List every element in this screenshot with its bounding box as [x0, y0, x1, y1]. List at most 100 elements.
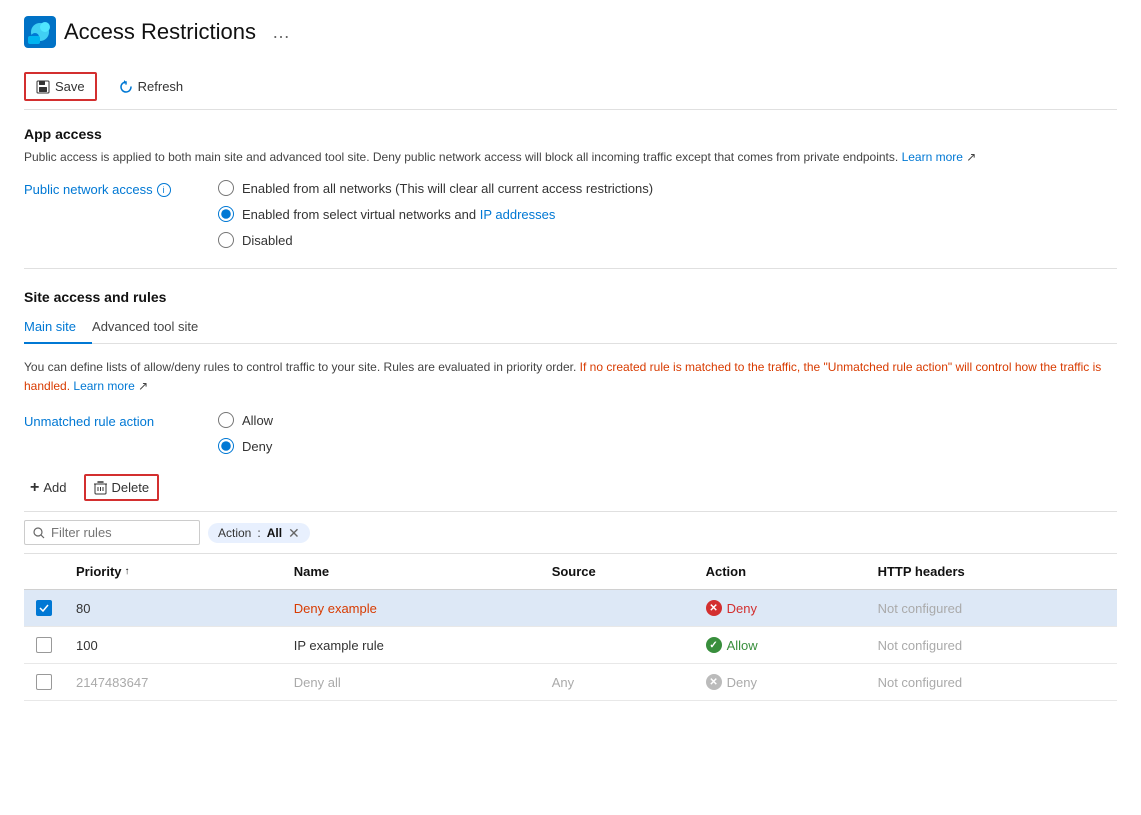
site-access-info: You can define lists of allow/deny rules…	[24, 358, 1117, 396]
row1-action-badge: ✕ Deny	[706, 600, 854, 616]
table-row[interactable]: 80 Deny example ✕ Deny Not configured	[24, 590, 1117, 627]
checkmark-icon	[39, 604, 49, 612]
page-menu-dots[interactable]: …	[272, 22, 290, 43]
row2-http-headers: Not configured	[866, 627, 1117, 664]
list-divider	[24, 511, 1117, 512]
refresh-icon	[119, 80, 133, 94]
unmatched-rule-radio-group: Allow Deny	[218, 412, 273, 454]
priority-sort-icon[interactable]: ↑	[125, 566, 130, 577]
row1-name-link[interactable]: Deny example	[294, 601, 377, 616]
save-label: Save	[55, 79, 85, 94]
row3-deny-icon: ✕	[706, 674, 722, 690]
row3-checkbox-cell[interactable]	[24, 664, 64, 701]
add-button[interactable]: + Add	[24, 475, 72, 501]
row2-checkbox[interactable]	[36, 637, 52, 653]
table-row[interactable]: 100 IP example rule ✓ Allow Not configur…	[24, 627, 1117, 664]
row2-action-label: Allow	[727, 638, 758, 653]
rules-table: Priority ↑ Name Source Action HTTP heade…	[24, 554, 1117, 701]
row1-checkbox-cell[interactable]	[24, 590, 64, 627]
add-icon: +	[30, 479, 39, 497]
network-option-all[interactable]: Enabled from all networks (This will cle…	[218, 180, 653, 196]
row1-action-label: Deny	[727, 601, 757, 616]
info-text-part1: You can define lists of allow/deny rules…	[24, 360, 576, 374]
filter-tag: Action : All ✕	[208, 523, 310, 543]
public-network-info-icon[interactable]: i	[157, 183, 171, 197]
network-radio-disabled[interactable]	[218, 232, 234, 248]
site-learn-more[interactable]: Learn more	[73, 379, 134, 393]
search-icon	[33, 527, 45, 539]
row1-action: ✕ Deny	[694, 590, 866, 627]
site-access-section: Site access and rules Main site Advanced…	[24, 289, 1117, 454]
refresh-button[interactable]: Refresh	[109, 74, 194, 99]
row2-name: IP example rule	[282, 627, 540, 664]
public-network-field-group: Public network access i Enabled from all…	[24, 180, 1117, 248]
network-radio-all[interactable]	[218, 180, 234, 196]
section-divider	[24, 268, 1117, 269]
ip-addresses-link[interactable]: IP addresses	[480, 207, 556, 222]
col-source: Source	[540, 554, 694, 590]
unmatched-deny-radio[interactable]	[218, 438, 234, 454]
filter-rules-input[interactable]	[51, 525, 191, 540]
rules-table-body: 80 Deny example ✕ Deny Not configured	[24, 590, 1117, 701]
unmatched-allow-label: Allow	[242, 413, 273, 428]
filter-tag-value: All	[267, 526, 282, 540]
network-option-disabled-label: Disabled	[242, 233, 293, 248]
row1-checkbox[interactable]	[36, 600, 52, 616]
page-container: Access Restrictions … Save Refresh App a…	[0, 0, 1141, 717]
network-radio-select[interactable]	[218, 206, 234, 222]
row2-priority: 100	[64, 627, 282, 664]
row3-priority: 2147483647	[64, 664, 282, 701]
row1-http-headers: Not configured	[866, 590, 1117, 627]
app-access-description: Public access is applied to both main si…	[24, 148, 1117, 166]
network-option-all-label: Enabled from all networks (This will cle…	[242, 181, 653, 196]
public-network-radio-group: Enabled from all networks (This will cle…	[218, 180, 653, 248]
unmatched-deny-option[interactable]: Deny	[218, 438, 273, 454]
page-header: Access Restrictions …	[24, 16, 1117, 48]
network-option-select-label: Enabled from select virtual networks and…	[242, 207, 555, 222]
col-http-headers: HTTP headers	[866, 554, 1117, 590]
add-label: Add	[43, 480, 66, 495]
filter-input-wrap[interactable]	[24, 520, 200, 545]
save-button[interactable]: Save	[24, 72, 97, 101]
row2-action: ✓ Allow	[694, 627, 866, 664]
tab-main-site[interactable]: Main site	[24, 311, 92, 344]
public-network-label: Public network access i	[24, 180, 194, 197]
filter-tag-close-icon[interactable]: ✕	[288, 526, 300, 540]
unmatched-allow-radio[interactable]	[218, 412, 234, 428]
app-access-desc-text: Public access is applied to both main si…	[24, 150, 898, 164]
delete-icon	[94, 481, 107, 495]
unmatched-allow-option[interactable]: Allow	[218, 412, 273, 428]
rules-table-header: Priority ↑ Name Source Action HTTP heade…	[24, 554, 1117, 590]
row1-source	[540, 590, 694, 627]
row1-deny-icon: ✕	[706, 600, 722, 616]
row3-http-headers: Not configured	[866, 664, 1117, 701]
filter-bar: Action : All ✕	[24, 520, 1117, 554]
site-tabs: Main site Advanced tool site	[24, 311, 1117, 344]
network-option-select[interactable]: Enabled from select virtual networks and…	[218, 206, 653, 222]
row3-source: Any	[540, 664, 694, 701]
row2-action-badge: ✓ Allow	[706, 637, 854, 653]
col-name: Name	[282, 554, 540, 590]
table-row[interactable]: 2147483647 Deny all Any ✕ Deny Not confi…	[24, 664, 1117, 701]
row2-allow-icon: ✓	[706, 637, 722, 653]
col-action: Action	[694, 554, 866, 590]
rules-table-header-row: Priority ↑ Name Source Action HTTP heade…	[24, 554, 1117, 590]
site-access-title: Site access and rules	[24, 289, 1117, 305]
row3-name: Deny all	[282, 664, 540, 701]
page-title: Access Restrictions	[64, 19, 256, 45]
unmatched-deny-label: Deny	[242, 439, 272, 454]
delete-button[interactable]: Delete	[84, 474, 159, 501]
row1-name: Deny example	[282, 590, 540, 627]
row3-action-label: Deny	[727, 675, 757, 690]
app-access-learn-more[interactable]: Learn more	[902, 150, 963, 164]
app-access-title: App access	[24, 126, 1117, 142]
tab-advanced-tool-site[interactable]: Advanced tool site	[92, 311, 214, 344]
unmatched-rule-group: Unmatched rule action Allow Deny	[24, 412, 1117, 454]
unmatched-rule-label: Unmatched rule action	[24, 412, 194, 429]
network-option-disabled[interactable]: Disabled	[218, 232, 653, 248]
row3-action-badge: ✕ Deny	[706, 674, 854, 690]
toolbar: Save Refresh	[24, 64, 1117, 110]
row2-checkbox-cell[interactable]	[24, 627, 64, 664]
row3-checkbox[interactable]	[36, 674, 52, 690]
row1-priority: 80	[64, 590, 282, 627]
